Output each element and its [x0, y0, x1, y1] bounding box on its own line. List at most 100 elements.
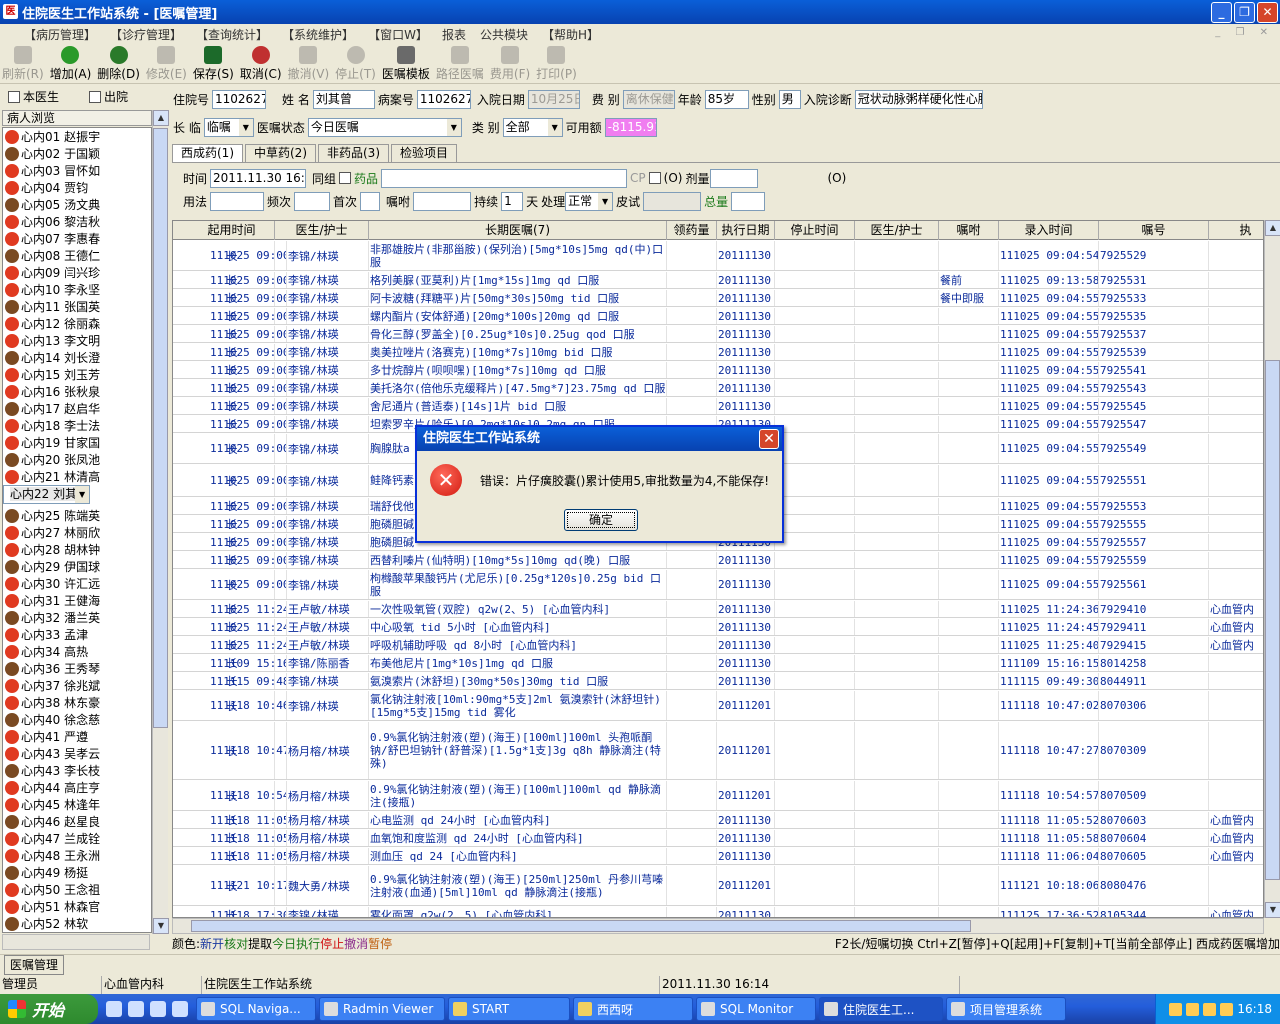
self-doctor-checkbox[interactable]: 本医生: [8, 88, 59, 105]
dose-field[interactable]: [709, 168, 758, 188]
patient-list-item[interactable]: 心内13 李文明: [3, 332, 151, 349]
patient-list-item[interactable]: 心内34 高热: [3, 643, 151, 660]
tool-icon[interactable]: [172, 1001, 188, 1017]
maximize-button[interactable]: ❐: [1234, 2, 1255, 23]
order-row[interactable]: 长 111118 10:54 杨月榕/林瑛 0.9%氯化钠注射液(塑)(海王)[100…: [173, 781, 1263, 811]
column-header-start-time[interactable]: 起用时间: [189, 221, 275, 240]
menu-record[interactable]: 【病历管理】: [24, 26, 96, 43]
hscroll-thumb[interactable]: [191, 920, 971, 932]
save-button[interactable]: 保存(S): [193, 44, 234, 82]
order-row[interactable]: 长 111118 11:05 杨月榕/林瑛 测血压 qd 24 [心血管内科] 2011…: [173, 848, 1263, 865]
name-field[interactable]: 刘其曾: [312, 89, 375, 109]
desktop-icon[interactable]: [128, 1001, 144, 1017]
tray-icon[interactable]: [1203, 1002, 1217, 1016]
order-row[interactable]: 长 111118 17:30 李锦/林瑛 雾化面罩 q2w(2、5) [心血管内科] 2…: [173, 907, 1263, 917]
patient-list-item[interactable]: 心内40 徐念慈: [3, 711, 151, 728]
dialog-close-button[interactable]: ✕: [759, 429, 779, 449]
menu-help[interactable]: 【帮助H】: [542, 26, 599, 43]
discharged-checkbox[interactable]: 出院: [89, 88, 128, 105]
patient-list-item[interactable]: 心内07 李惠春: [3, 230, 151, 247]
patient-list-item[interactable]: 心内09 闫兴珍: [3, 264, 151, 281]
menu-public[interactable]: 公共模块: [480, 26, 528, 43]
stop-button[interactable]: 停止(T): [335, 44, 376, 82]
task-xixiya[interactable]: 西西呀: [573, 997, 693, 1021]
patient-list-scrollbar[interactable]: ▲ ▼: [152, 110, 169, 934]
case-no-field[interactable]: 1102627: [416, 89, 471, 109]
order-row[interactable]: 长 111025 09:00 李锦/林瑛 螺内酯片(安体舒通)[20mg*100s]2…: [173, 308, 1263, 325]
order-grid[interactable]: 起用时间 医生/护士 长期医嘱(7) 领药量 执行日期 停止时间 医生/护士 嘱咐 录入时间 嘱号…: [172, 220, 1264, 918]
pathway-button[interactable]: 路径医嘱: [436, 44, 484, 82]
patient-list-item[interactable]: 心内31 王健海: [3, 592, 151, 609]
patient-list-item[interactable]: 心内25 陈端英: [3, 507, 151, 524]
admit-date-field[interactable]: 10月25日: [527, 89, 580, 109]
order-status-select[interactable]: 今日医嘱: [307, 117, 462, 137]
patient-list-item[interactable]: 心内28 胡林钟: [3, 541, 151, 558]
delete-button[interactable]: 删除(D): [97, 44, 140, 82]
patient-list-item[interactable]: 心内33 孟津: [3, 626, 151, 643]
column-header-order-no[interactable]: 嘱号: [1099, 221, 1209, 240]
patient-list-item[interactable]: 心内04 贾钧: [3, 179, 151, 196]
patient-list-item[interactable]: 心内32 潘兰英: [3, 609, 151, 626]
tab-western-medicine[interactable]: 西成药(1): [172, 144, 243, 162]
order-row[interactable]: 长 111118 10:46 李锦/林瑛 氯化钠注射液[10ml:90mg*5支]2m…: [173, 691, 1263, 721]
order-row[interactable]: 长 111025 11:24 王卢敏/林瑛 中心吸氧 tid 5小时 [心血管内科] 2…: [173, 619, 1263, 636]
add-button[interactable]: 增加(A): [50, 44, 91, 82]
tab-non-drug[interactable]: 非药品(3): [318, 144, 389, 162]
patient-list-item[interactable]: 心内22 刘其曾: [3, 485, 91, 504]
column-header-dispense-qty[interactable]: 领药量: [667, 221, 717, 240]
minimize-button[interactable]: _: [1211, 2, 1232, 23]
order-row[interactable]: 长 111025 09:00 李锦/林瑛 西替利嗪片(仙特明)[10mg*5s]10m…: [173, 552, 1263, 569]
patient-list-item[interactable]: 心内30 许汇远: [3, 575, 151, 592]
patient-list-item[interactable]: 心内10 李永坚: [3, 281, 151, 298]
task-start-folder[interactable]: START: [448, 997, 570, 1021]
patient-list-item[interactable]: 心内12 徐丽森: [3, 315, 151, 332]
menu-treatment[interactable]: 【诊疗管理】: [110, 26, 182, 43]
patient-list-item[interactable]: 心内36 王秀琴: [3, 660, 151, 677]
tab-herbal-medicine[interactable]: 中草药(2): [245, 144, 316, 162]
task-project-mgmt[interactable]: 项目管理系统: [946, 997, 1066, 1021]
patient-list-item[interactable]: 心内18 李士法: [3, 417, 151, 434]
order-row[interactable]: 长 111025 11:24 王卢敏/林瑛 呼吸机辅助呼吸 qd 8小时 [心血管内科…: [173, 637, 1263, 654]
drug-input[interactable]: [381, 168, 628, 188]
category-select[interactable]: 全部: [502, 117, 563, 137]
order-row[interactable]: 长 111025 09:00 李锦/林瑛 奥美拉唑片(洛赛克)[10mg*7s]10m…: [173, 344, 1263, 361]
patient-list-item[interactable]: 心内27 林丽欣: [3, 524, 151, 541]
patient-list-item[interactable]: 心内47 兰成铨: [3, 830, 151, 847]
start-button[interactable]: 开始: [0, 994, 98, 1024]
column-header-doctor-nurse[interactable]: 医生/护士: [275, 221, 369, 240]
scroll-thumb[interactable]: [153, 128, 168, 728]
patient-list-item[interactable]: 心内41 严遵: [3, 728, 151, 745]
close-button[interactable]: ✕: [1257, 2, 1278, 23]
menu-report[interactable]: 报表: [442, 26, 466, 43]
grid-hscroll[interactable]: [172, 918, 1264, 934]
order-row[interactable]: 长 111025 09:00 李锦/林瑛 骨化三醇(罗盖全)[0.25ug*10s]0…: [173, 326, 1263, 343]
column-header-stop-doctor-nurse[interactable]: 医生/护士: [855, 221, 939, 240]
task-sql-monitor[interactable]: SQL Monitor: [696, 997, 816, 1021]
patient-list-item[interactable]: 心内19 甘家国: [3, 434, 151, 451]
cp-checkbox[interactable]: [648, 172, 661, 184]
ie-icon[interactable]: [106, 1001, 122, 1017]
app-icon[interactable]: [150, 1001, 166, 1017]
patient-list-item[interactable]: 心内17 赵启华: [3, 400, 151, 417]
print-button[interactable]: 打印(P): [536, 44, 577, 82]
usage-field[interactable]: [210, 191, 265, 211]
tray-icon[interactable]: [1169, 1002, 1183, 1016]
template-button[interactable]: 医嘱模板: [382, 44, 430, 82]
order-row[interactable]: 长 111025 09:00 李锦/林瑛 多廿烷醇片(呗呗嘿)[10mg*7s]10m…: [173, 362, 1263, 379]
scroll-up-arrow[interactable]: ▲: [153, 110, 169, 126]
tab-lab-test[interactable]: 检验项目: [391, 144, 458, 162]
column-header-exec-dept[interactable]: 执: [1209, 221, 1263, 240]
patient-list[interactable]: 心内01 赵振宇 心内02 于国颖 心内03 冒怀如 心内04 贾钧 心内05 汤文典心…: [2, 127, 152, 933]
patient-list-hscroll[interactable]: [2, 934, 150, 950]
cancel-button[interactable]: 取消(C): [240, 44, 282, 82]
order-row[interactable]: 长 111121 10:17 魏大勇/林瑛 0.9%氯化钠注射液(塑)(海王)[250…: [173, 866, 1263, 906]
order-row[interactable]: 长 111118 10:47 杨月榕/林瑛 0.9%氯化钠注射液(塑)(海王)[100…: [173, 722, 1263, 780]
mdi-controls[interactable]: _ ❐ ✕: [1215, 27, 1274, 38]
task-sql-navigator[interactable]: SQL Naviga...: [196, 997, 316, 1021]
menu-query[interactable]: 【查询统计】: [196, 26, 268, 43]
frequency-field[interactable]: [294, 191, 331, 211]
patient-list-item[interactable]: 心内49 杨挺: [3, 864, 151, 881]
scroll-down-arrow[interactable]: ▼: [153, 918, 169, 934]
dialog-ok-button[interactable]: 确定: [564, 509, 638, 531]
sex-field[interactable]: 男: [778, 89, 801, 109]
